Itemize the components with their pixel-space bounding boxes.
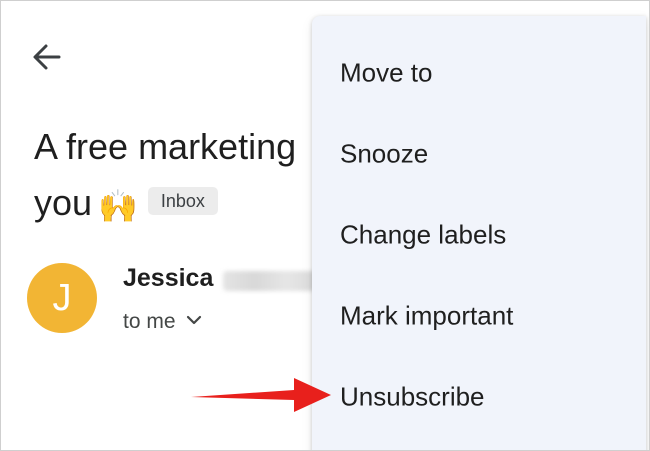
recipient-text: to me [123, 310, 176, 333]
raised-hands-emoji: 🙌 [98, 188, 138, 224]
menu-item-change-labels[interactable]: Change labels [312, 194, 646, 275]
menu-item-snooze[interactable]: Snooze [312, 113, 646, 194]
chevron-down-icon [186, 307, 202, 331]
overflow-menu: Move to Snooze Change labels Mark import… [312, 16, 646, 450]
sender-email-redacted [223, 271, 318, 291]
menu-item-move-to[interactable]: Move to [312, 32, 646, 113]
menu-item-label: Unsubscribe [340, 381, 485, 411]
recipient-details-toggle[interactable]: to me [123, 307, 202, 334]
menu-item-unsubscribe[interactable]: Unsubscribe [312, 356, 646, 437]
menu-item-label: Move to [340, 57, 433, 87]
sender-avatar[interactable]: J [27, 263, 97, 333]
arrow-back-icon [33, 44, 61, 70]
menu-item-label: Mark important [340, 300, 514, 330]
menu-item-mark-important[interactable]: Mark important [312, 275, 646, 356]
sender-name: Jessica [123, 264, 214, 292]
subject-line-2-text: you [34, 182, 93, 223]
red-pointer-arrow-icon [191, 378, 331, 412]
back-button[interactable] [27, 37, 67, 77]
menu-item-label: Snooze [340, 138, 429, 168]
email-screen: A free marketing you 🙌 Inbox J Jessica to … [0, 0, 650, 451]
inbox-label-chip[interactable]: Inbox [147, 187, 218, 215]
menu-item-label: Change labels [340, 219, 507, 249]
